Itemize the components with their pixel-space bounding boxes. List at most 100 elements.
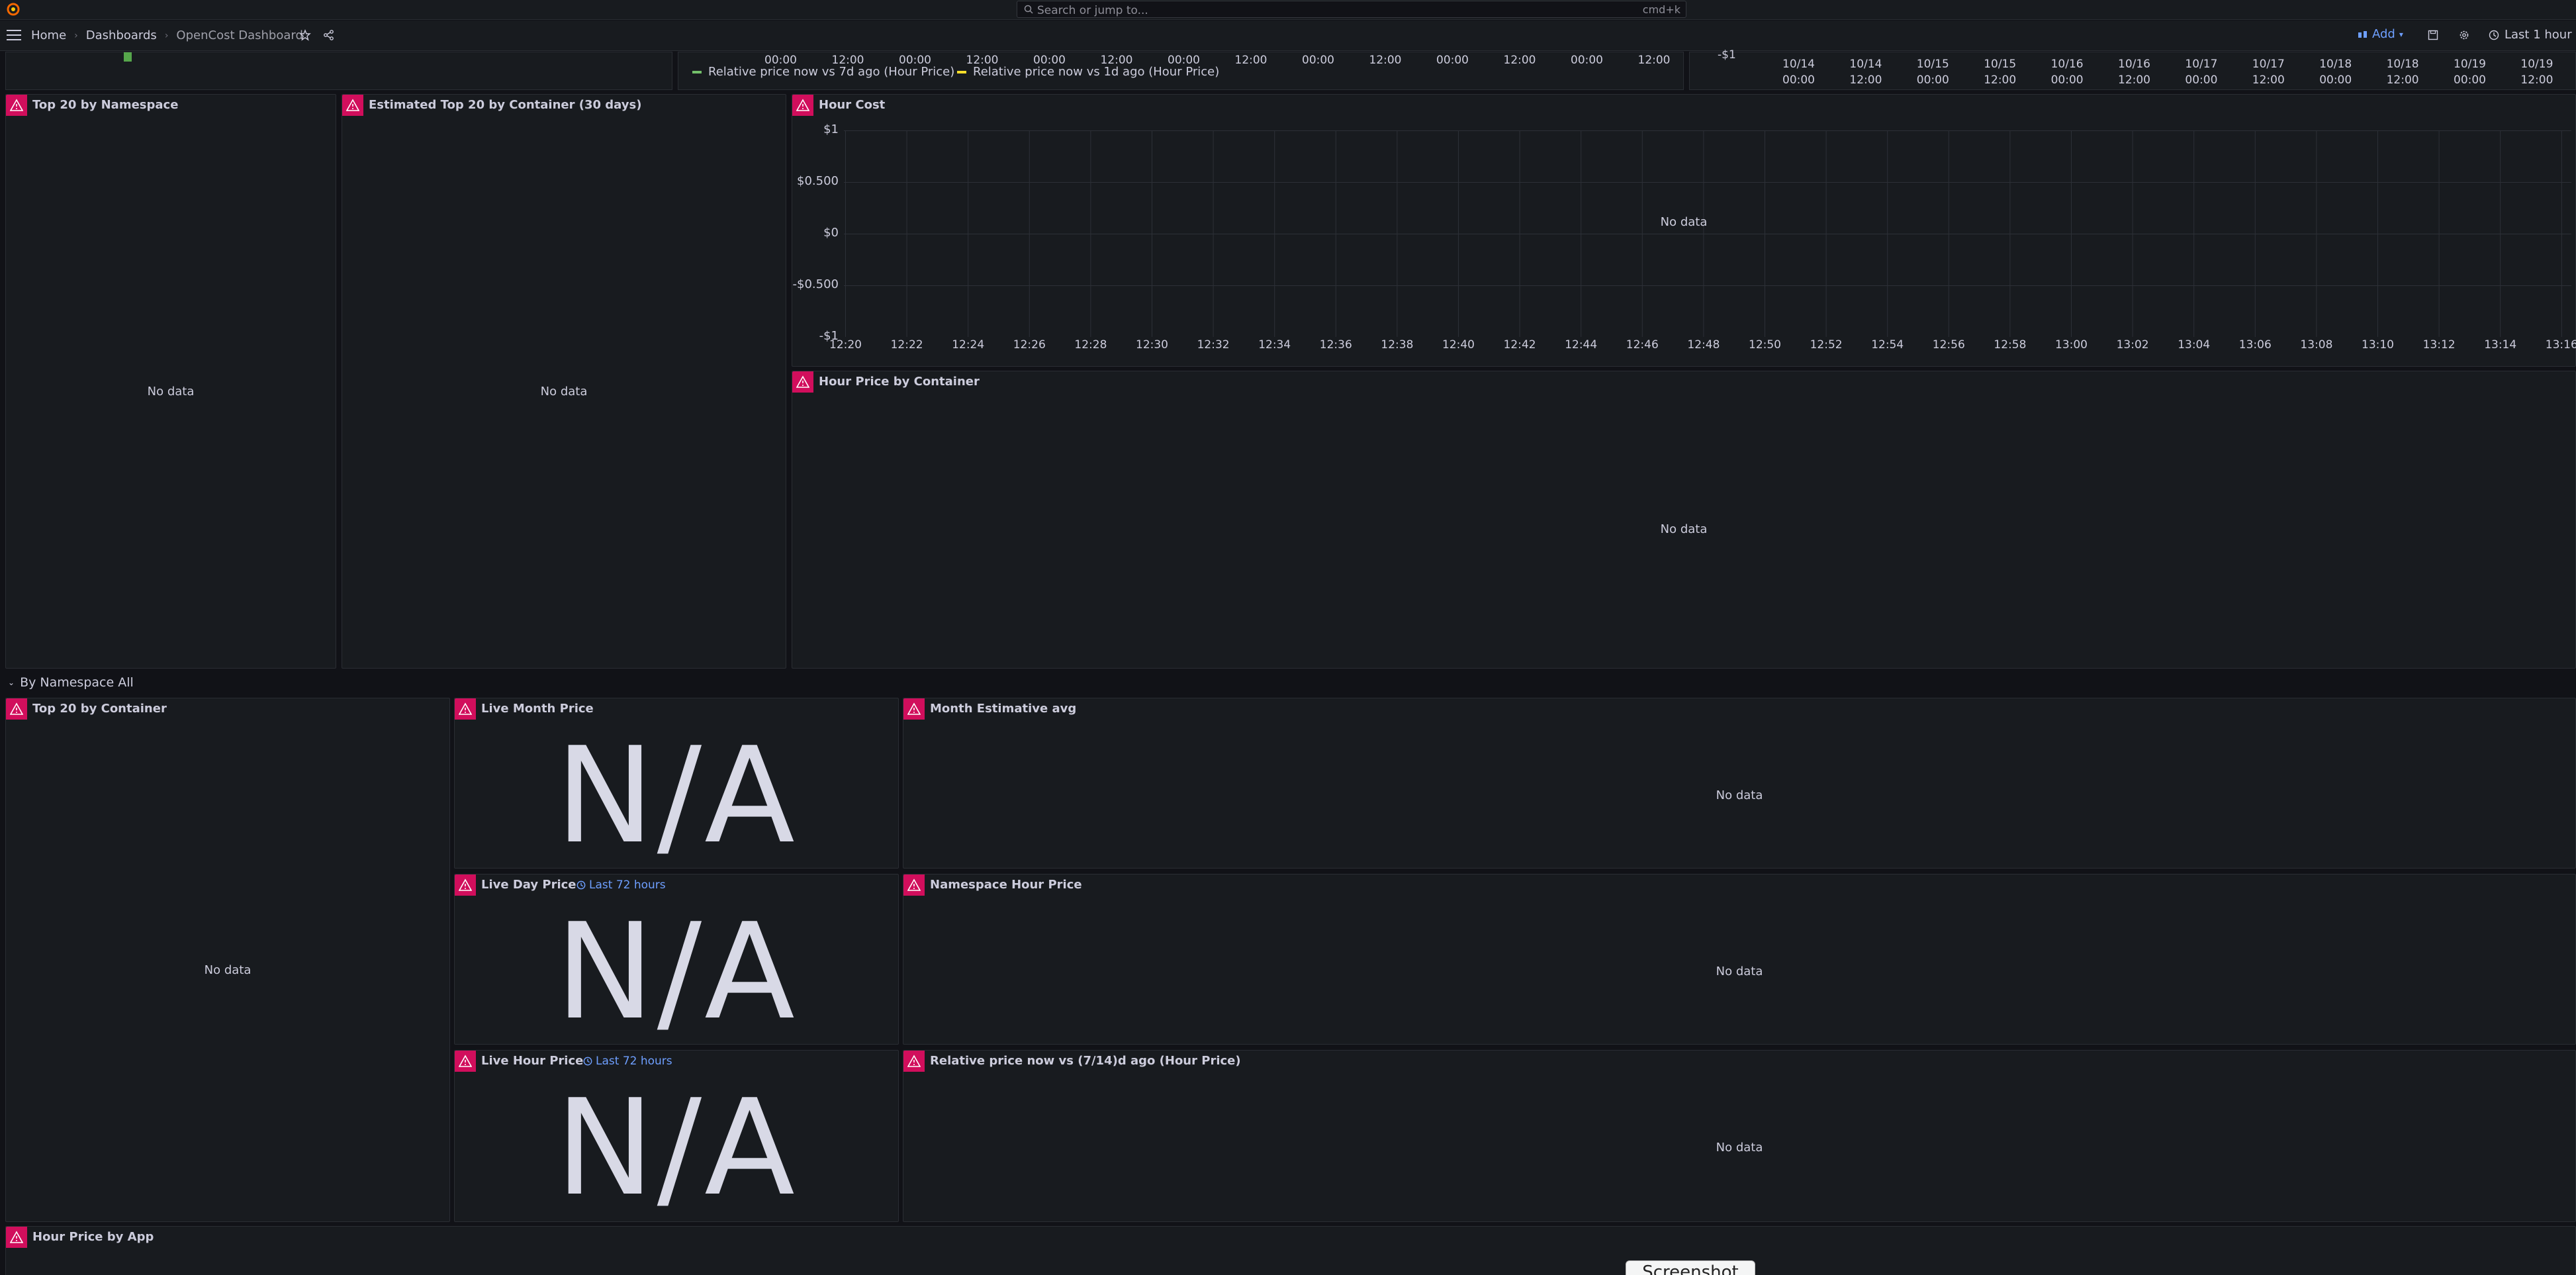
strip-date-tick: 10/17 — [2252, 58, 2285, 71]
x-tick-label: 12:22 — [890, 338, 923, 352]
warning-icon — [459, 702, 472, 715]
partial-panel-right: -$1 10/14 00:00 10/14 12:00 10/15 00:00 10/15 1… — [1689, 48, 2576, 90]
strip-time-tick: 12:00 — [1234, 54, 1267, 67]
strip-time-tick: 12:00 — [1984, 73, 2017, 87]
legend-label-1d: Relative price now vs 1d ago (Hour Price… — [973, 65, 1220, 79]
x-tick-label: 13:08 — [2300, 338, 2333, 352]
strip-time-tick: 12:00 — [2252, 73, 2285, 87]
x-tick-label: 12:38 — [1381, 338, 1414, 352]
add-panel-icon — [2358, 30, 2367, 38]
warning-icon — [10, 702, 23, 715]
chevron-down-icon: ⌄ — [8, 678, 15, 687]
x-tick-label: 12:26 — [1013, 338, 1046, 352]
stat-value: N/A — [555, 1071, 798, 1225]
error-badge[interactable] — [6, 1227, 27, 1248]
time-override-label: Last 72 hours — [589, 878, 666, 892]
warning-icon — [796, 99, 809, 111]
x-tick-label: 12:40 — [1442, 338, 1475, 352]
legend-item-7d[interactable]: Relative price now vs 7d ago (Hour Price… — [692, 65, 954, 79]
panel-title: Hour Cost — [819, 98, 886, 112]
legend-item-1d[interactable]: Relative price now vs 1d ago (Hour Price… — [957, 65, 1219, 79]
breadcrumb-dashboards[interactable]: Dashboards — [86, 28, 157, 42]
clock-icon — [2489, 30, 2499, 40]
error-badge[interactable] — [903, 698, 925, 720]
panel-month-estimative-avg[interactable]: Month Estimative avg No data — [903, 698, 2576, 869]
breadcrumb-separator-icon: › — [164, 30, 169, 41]
add-button[interactable]: Add ▾ — [2358, 27, 2403, 41]
strip-time-tick: 12:00 — [1503, 54, 1536, 67]
panel-live-month-price[interactable]: Live Month Price N/A — [454, 698, 899, 869]
strip-date-tick: 10/16 — [2050, 58, 2084, 71]
legend-swatch-1d — [957, 70, 966, 73]
strip-date-tick: 10/17 — [2185, 58, 2218, 71]
search-input[interactable]: Search or jump to... cmd+k — [1017, 1, 1686, 18]
panel-live-hour-price[interactable]: Live Hour Price Last 72 hours N/A — [454, 1050, 899, 1222]
error-badge[interactable] — [455, 1051, 476, 1072]
legend-swatch-7d — [692, 70, 702, 73]
x-tick-label: 13:16 — [2545, 338, 2576, 352]
search-placeholder: Search or jump to... — [1037, 4, 1148, 17]
strip-time-tick: 12:00 — [2386, 73, 2419, 87]
error-badge[interactable] — [903, 874, 925, 896]
error-badge[interactable] — [792, 95, 813, 116]
save-icon[interactable] — [2428, 30, 2438, 40]
x-tick-label: 12:24 — [952, 338, 985, 352]
warning-icon — [907, 1055, 921, 1067]
x-tick-label: 12:34 — [1258, 338, 1291, 352]
x-tick-label: 12:44 — [1565, 338, 1598, 352]
x-tick-label: 12:50 — [1749, 338, 1781, 352]
panel-namespace-hour-price[interactable]: Namespace Hour Price No data — [903, 874, 2576, 1045]
panel-title: Estimated Top 20 by Container (30 days) — [369, 98, 642, 112]
row-header[interactable]: ⌄ By Namespace All — [8, 675, 134, 690]
panel-title: Live Hour Price — [481, 1054, 584, 1068]
error-badge[interactable] — [792, 371, 813, 393]
strip-date-tick: 10/19 — [2454, 58, 2486, 71]
strip-date-tick: 10/15 — [1984, 58, 2017, 71]
no-data-label: No data — [147, 385, 195, 399]
panel-relative-price[interactable]: Relative price now vs (7/14)d ago (Hour … — [903, 1050, 2576, 1222]
share-icon[interactable] — [323, 29, 335, 41]
screenshot-button[interactable]: Screenshot — [1626, 1260, 1755, 1275]
panel-top20-container[interactable]: Top 20 by Container No data — [5, 698, 450, 1222]
panel-title: Live Day Price — [481, 878, 576, 892]
nav-bar: Home › Dashboards › OpenCost Dashboard A… — [0, 21, 2576, 51]
top-bar: Search or jump to... cmd+k — [0, 0, 2576, 20]
add-button-label: Add — [2372, 27, 2395, 41]
warning-icon — [346, 99, 359, 111]
time-override-badge: Last 72 hours — [583, 1055, 672, 1068]
panel-hour-price-container[interactable]: Hour Price by Container No data — [792, 371, 2576, 669]
star-icon[interactable] — [299, 29, 311, 41]
error-badge[interactable] — [455, 698, 476, 720]
panel-hour-price-app[interactable]: Hour Price by App — [5, 1226, 2576, 1275]
panel-title: Live Month Price — [481, 702, 594, 716]
x-tick-label: 13:14 — [2484, 338, 2517, 352]
panel-title: Hour Price by Container — [819, 375, 980, 389]
strip-time-tick: 00:00 — [1302, 54, 1334, 67]
time-range-picker[interactable]: Last 1 hour — [2489, 28, 2572, 42]
partial-panel-left — [5, 52, 672, 90]
gear-icon[interactable] — [2458, 29, 2470, 41]
panel-live-day-price[interactable]: Live Day Price Last 72 hours N/A — [454, 874, 899, 1045]
panel-estimated-top20-container[interactable]: Estimated Top 20 by Container (30 days) … — [342, 94, 786, 669]
panel-title: Hour Price by App — [32, 1230, 154, 1244]
grafana-logo-icon[interactable] — [5, 1, 21, 17]
menu-icon[interactable] — [7, 30, 21, 40]
panel-hour-cost[interactable]: Hour Cost $1 $0.500 $0 -$0.500 -$1 12:20 12:2… — [792, 94, 2576, 367]
breadcrumb-separator-icon: › — [74, 30, 78, 41]
error-badge[interactable] — [6, 698, 27, 720]
error-badge[interactable] — [903, 1051, 925, 1072]
error-badge[interactable] — [342, 95, 363, 116]
strip-date-tick: 10/18 — [2319, 58, 2352, 71]
error-badge[interactable] — [6, 95, 27, 116]
warning-icon — [907, 702, 921, 715]
strip-time-tick: 00:00 — [1916, 73, 1949, 87]
strip-date-tick: 10/14 — [1849, 58, 1882, 71]
x-tick-label: 12:36 — [1319, 338, 1352, 352]
chevron-down-icon: ▾ — [2399, 29, 2403, 39]
error-badge[interactable] — [455, 874, 476, 896]
search-icon — [1024, 5, 1033, 14]
breadcrumb-home[interactable]: Home — [31, 28, 66, 42]
panel-top20-namespace[interactable]: Top 20 by Namespace No data — [5, 94, 336, 669]
strip-time-tick: 00:00 — [2050, 73, 2084, 87]
strip-time-tick: 12:00 — [2118, 73, 2150, 87]
